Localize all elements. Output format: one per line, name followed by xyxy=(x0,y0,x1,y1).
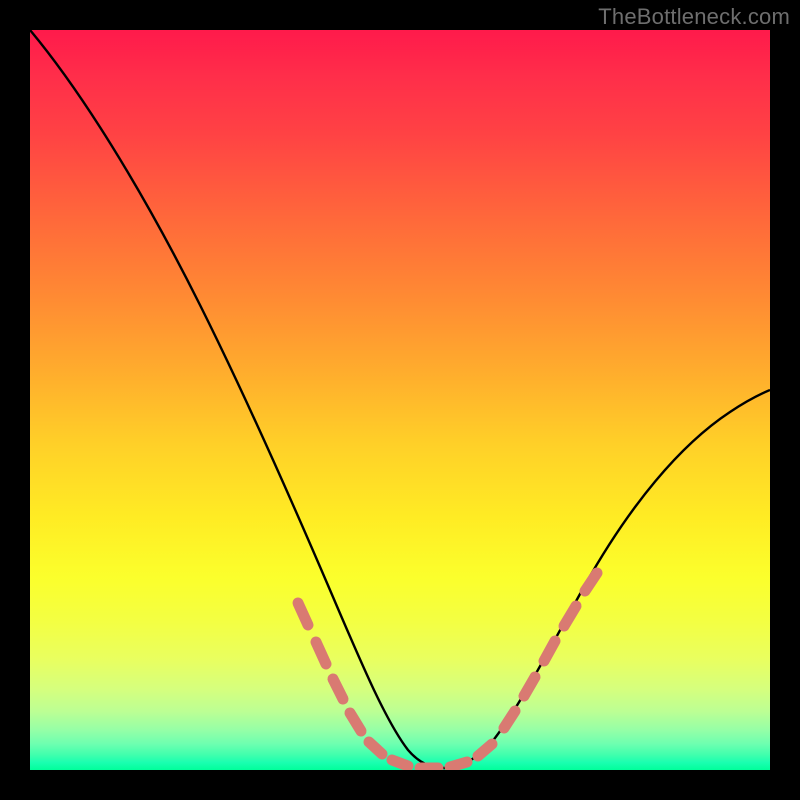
dash-bottom-4 xyxy=(478,744,492,756)
dash-left-5 xyxy=(369,742,382,754)
plot-area xyxy=(30,30,770,770)
bottleneck-curve xyxy=(30,30,770,768)
dash-right-3 xyxy=(544,641,555,661)
dash-right-2 xyxy=(524,677,535,696)
dash-right-1 xyxy=(504,711,515,728)
dash-right-4 xyxy=(564,606,576,626)
watermark-text: TheBottleneck.com xyxy=(598,4,790,30)
dash-left-2 xyxy=(316,642,326,664)
dash-bottom-1 xyxy=(392,760,408,766)
dash-left-3 xyxy=(333,679,343,699)
dash-right-5 xyxy=(585,573,597,591)
chart-frame: TheBottleneck.com xyxy=(0,0,800,800)
curve-layer xyxy=(30,30,770,770)
highlight-dashes xyxy=(298,573,597,768)
dash-bottom-3 xyxy=(450,762,467,767)
dash-left-1 xyxy=(298,603,308,625)
dash-left-4 xyxy=(350,713,361,731)
